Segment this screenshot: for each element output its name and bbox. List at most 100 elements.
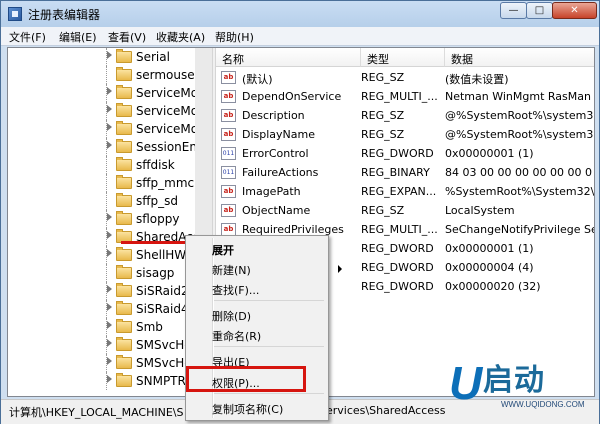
expand-arrow-icon[interactable]: [107, 339, 112, 347]
column-header-name[interactable]: 名称: [216, 48, 361, 67]
menu-item-rename[interactable]: 重命名(R): [212, 324, 324, 344]
window-title: 注册表编辑器: [28, 8, 101, 22]
folder-icon: [116, 121, 132, 135]
menu-item-delete[interactable]: 删除(D): [212, 304, 324, 324]
uqidong-watermark: U 启动 WWW.UQIDONG.COM: [449, 360, 597, 416]
value-row[interactable]: ab ImagePath REG_EXPAN... %SystemRoot%\Syst…: [216, 182, 594, 201]
status-path-left: 计算机\HKEY_LOCAL_MACHINE\S: [9, 406, 184, 419]
tree-item[interactable]: SiSRaid4: [8, 300, 194, 318]
expand-arrow-icon[interactable]: [107, 231, 112, 239]
folder-icon: [116, 319, 132, 333]
status-path-right: ervices\SharedAccess: [326, 404, 446, 417]
title-bar[interactable]: 注册表编辑器 — □ ✕: [1, 1, 599, 27]
value-row[interactable]: ab DisplayName REG_SZ @%SystemRoot%\system3…: [216, 125, 594, 144]
folder-icon: [116, 337, 132, 351]
red-highlight-box: [186, 366, 306, 392]
folder-icon: [116, 103, 132, 117]
expand-arrow-icon[interactable]: [107, 321, 112, 329]
value-row[interactable]: ab (默认) REG_SZ (数值未设置): [216, 68, 594, 87]
folder-icon: [116, 49, 132, 63]
folder-icon: [116, 67, 132, 81]
tree-item[interactable]: Smb: [8, 318, 194, 336]
tree-item[interactable]: SMSvcHo: [8, 354, 194, 372]
tree-item[interactable]: SiSRaid2: [8, 282, 194, 300]
menu-item-new[interactable]: 新建(N): [212, 258, 342, 278]
watermark-letter: U: [449, 357, 483, 409]
folder-icon: [116, 355, 132, 369]
expand-arrow-icon[interactable]: [107, 285, 112, 293]
context-menu: 展开 新建(N) 查找(F)... 删除(D) 重命名(R) 导出(E) 权限(…: [185, 235, 342, 421]
expand-arrow-icon[interactable]: [107, 141, 112, 149]
string-value-icon: ab: [221, 128, 236, 141]
tree-item[interactable]: sffp_mmc: [8, 174, 194, 192]
minimize-button[interactable]: —: [500, 2, 527, 19]
tree-item[interactable]: sermouse: [8, 66, 195, 84]
folder-icon: [116, 85, 132, 99]
tree-item[interactable]: sfloppy: [8, 210, 194, 228]
menu-bar: 文件(F) 编辑(E) 查看(V) 收藏夹(A) 帮助(H): [1, 27, 599, 46]
tree-item[interactable]: ServiceMod: [8, 84, 206, 102]
folder-icon: [116, 283, 132, 297]
folder-icon: [116, 193, 132, 207]
value-row[interactable]: ab ObjectName REG_SZ LocalSystem: [216, 201, 594, 220]
menu-separator: [214, 393, 324, 394]
menu-separator: [214, 346, 324, 347]
folder-icon: [116, 139, 132, 153]
folder-icon: [116, 301, 132, 315]
value-row[interactable]: 011 ErrorControl REG_DWORD 0x00000001 (1): [216, 144, 594, 163]
expand-arrow-icon[interactable]: [107, 87, 112, 95]
menu-separator: [214, 300, 324, 301]
tree-item[interactable]: ShellHWD: [8, 246, 195, 264]
tree-item[interactable]: SMSvcHo: [8, 336, 194, 354]
string-value-icon: ab: [221, 204, 236, 217]
binary-value-icon: 011: [221, 147, 236, 160]
tree-item[interactable]: sffp_sd: [8, 192, 194, 210]
folder-icon: [116, 247, 132, 261]
menu-item-copy-key-name[interactable]: 复制项名称(C): [212, 397, 324, 417]
expand-arrow-icon[interactable]: [107, 375, 112, 383]
tree-item[interactable]: sffdisk: [8, 156, 194, 174]
expand-arrow-icon[interactable]: [107, 105, 112, 113]
tree-item[interactable]: SessionEnv: [8, 138, 204, 156]
maximize-button[interactable]: □: [526, 2, 553, 19]
red-annotation-underline: [121, 241, 194, 244]
tree-item[interactable]: Serial: [8, 48, 194, 66]
expand-arrow-icon[interactable]: [107, 357, 112, 365]
value-row[interactable]: ab Description REG_SZ @%SystemRoot%\system3…: [216, 106, 594, 125]
value-row[interactable]: 011 FailureActions REG_BINARY 84 03 00 00 0…: [216, 163, 594, 182]
regedit-window: 注册表编辑器 — □ ✕ 文件(F) 编辑(E) 查看(V) 收藏夹(A) 帮助…: [0, 0, 600, 424]
menu-file[interactable]: 文件(F): [9, 29, 46, 45]
menu-help[interactable]: 帮助(H): [215, 29, 254, 45]
tree-item[interactable]: SNMPTR: [8, 372, 194, 390]
string-value-icon: ab: [221, 185, 236, 198]
menu-view[interactable]: 查看(V): [108, 29, 146, 45]
tree-item[interactable]: sisagp: [8, 264, 194, 282]
expand-arrow-icon[interactable]: [107, 303, 112, 311]
folder-icon: [116, 373, 132, 387]
menu-edit[interactable]: 编辑(E): [59, 29, 97, 45]
tree-item[interactable]: ServiceMod: [8, 120, 206, 138]
value-row[interactable]: ab DependOnService REG_MULTI_... Netman Win…: [216, 87, 594, 106]
string-value-icon: ab: [221, 109, 236, 122]
expand-arrow-icon[interactable]: [107, 249, 112, 257]
string-value-icon: ab: [221, 71, 236, 84]
folder-icon: [116, 211, 132, 225]
regedit-app-icon: [8, 7, 22, 21]
expand-arrow-icon[interactable]: [107, 213, 112, 221]
submenu-arrow-icon: [338, 265, 342, 273]
column-header-data[interactable]: 数据: [445, 48, 594, 67]
folder-icon: [116, 175, 132, 189]
expand-arrow-icon[interactable]: [107, 123, 112, 131]
tree-item[interactable]: ServiceMod: [8, 102, 206, 120]
close-button[interactable]: ✕: [552, 2, 597, 19]
folder-icon: [116, 157, 132, 171]
registry-tree: Serial sermouse ServiceMod ServiceMod Se…: [8, 48, 212, 396]
watermark-url: WWW.UQIDONG.COM: [501, 400, 585, 409]
expand-arrow-icon[interactable]: [107, 51, 112, 59]
menu-item-find[interactable]: 查找(F)...: [212, 278, 324, 298]
menu-favorites[interactable]: 收藏夹(A): [156, 29, 205, 45]
column-header-type[interactable]: 类型: [361, 48, 445, 67]
binary-value-icon: 011: [221, 166, 236, 179]
menu-item-expand[interactable]: 展开: [212, 238, 324, 258]
string-value-icon: ab: [221, 90, 236, 103]
